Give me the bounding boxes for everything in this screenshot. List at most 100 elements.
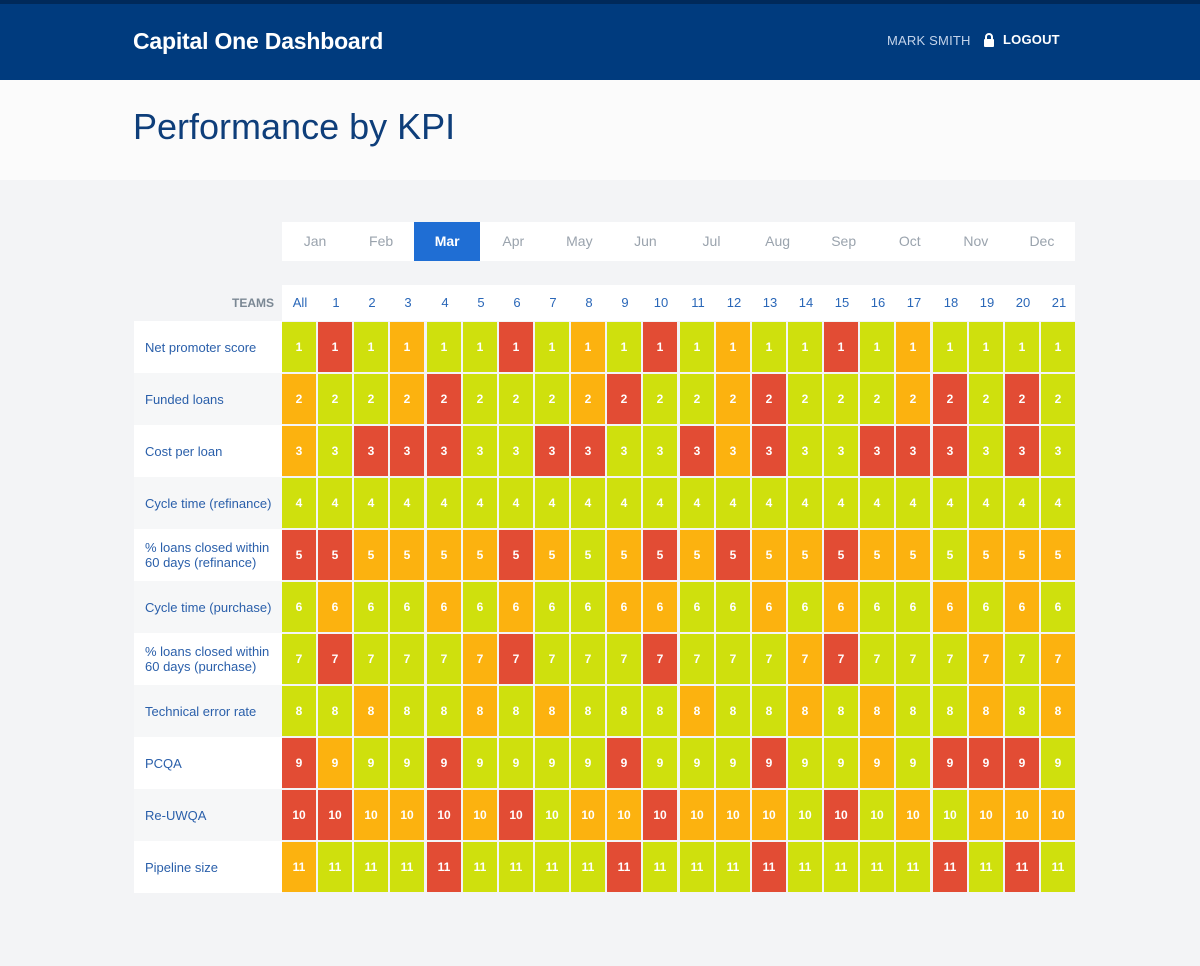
kpi-cell[interactable]: 7	[499, 634, 533, 684]
kpi-cell[interactable]: 4	[860, 478, 894, 528]
kpi-cell[interactable]: 1	[716, 322, 750, 372]
kpi-cell[interactable]: 6	[752, 582, 786, 632]
kpi-cell[interactable]: 9	[427, 738, 461, 788]
kpi-cell[interactable]: 5	[752, 530, 786, 580]
kpi-cell[interactable]: 8	[427, 686, 461, 736]
kpi-cell[interactable]: 11	[716, 842, 750, 892]
kpi-cell[interactable]: 7	[427, 634, 461, 684]
kpi-cell[interactable]: 6	[427, 582, 461, 632]
kpi-cell[interactable]: 8	[463, 686, 497, 736]
kpi-cell[interactable]: 9	[643, 738, 677, 788]
kpi-cell[interactable]: 9	[535, 738, 569, 788]
kpi-cell[interactable]: 1	[354, 322, 388, 372]
kpi-cell[interactable]: 7	[1005, 634, 1039, 684]
kpi-cell[interactable]: 7	[860, 634, 894, 684]
kpi-cell[interactable]: 7	[390, 634, 424, 684]
kpi-cell[interactable]: 2	[390, 374, 424, 424]
kpi-cell[interactable]: 7	[752, 634, 786, 684]
team-header-6[interactable]: 6	[499, 285, 535, 321]
kpi-cell[interactable]: 2	[643, 374, 677, 424]
kpi-cell[interactable]: 2	[318, 374, 352, 424]
kpi-cell[interactable]: 5	[1041, 530, 1075, 580]
kpi-cell[interactable]: 8	[390, 686, 424, 736]
tab-month-jun[interactable]: Jun	[612, 222, 678, 261]
team-header-5[interactable]: 5	[463, 285, 499, 321]
kpi-cell[interactable]: 5	[427, 530, 461, 580]
kpi-cell[interactable]: 4	[643, 478, 677, 528]
kpi-label[interactable]: Cycle time (purchase)	[134, 581, 282, 633]
kpi-cell[interactable]: 9	[824, 738, 858, 788]
kpi-cell[interactable]: 7	[1041, 634, 1075, 684]
kpi-cell[interactable]: 8	[824, 686, 858, 736]
kpi-cell[interactable]: 4	[607, 478, 641, 528]
kpi-cell[interactable]: 4	[933, 478, 967, 528]
kpi-cell[interactable]: 8	[282, 686, 316, 736]
kpi-cell[interactable]: 9	[463, 738, 497, 788]
kpi-cell[interactable]: 4	[463, 478, 497, 528]
kpi-cell[interactable]: 4	[427, 478, 461, 528]
kpi-cell[interactable]: 10	[535, 790, 569, 840]
kpi-cell[interactable]: 10	[680, 790, 714, 840]
kpi-cell[interactable]: 8	[752, 686, 786, 736]
kpi-cell[interactable]: 1	[390, 322, 424, 372]
kpi-cell[interactable]: 5	[824, 530, 858, 580]
kpi-cell[interactable]: 2	[354, 374, 388, 424]
kpi-cell[interactable]: 4	[716, 478, 750, 528]
kpi-cell[interactable]: 11	[969, 842, 1003, 892]
kpi-cell[interactable]: 8	[788, 686, 822, 736]
kpi-cell[interactable]: 10	[390, 790, 424, 840]
kpi-cell[interactable]: 3	[752, 426, 786, 476]
kpi-cell[interactable]: 2	[1005, 374, 1039, 424]
kpi-cell[interactable]: 9	[390, 738, 424, 788]
kpi-cell[interactable]: 9	[571, 738, 605, 788]
kpi-cell[interactable]: 3	[643, 426, 677, 476]
user-name[interactable]: MARK SMITH	[887, 33, 971, 48]
kpi-cell[interactable]: 6	[788, 582, 822, 632]
kpi-label[interactable]: Cycle time (refinance)	[134, 477, 282, 529]
kpi-cell[interactable]: 10	[788, 790, 822, 840]
kpi-cell[interactable]: 6	[607, 582, 641, 632]
tab-month-may[interactable]: May	[546, 222, 612, 261]
kpi-cell[interactable]: 5	[933, 530, 967, 580]
kpi-cell[interactable]: 1	[282, 322, 316, 372]
kpi-cell[interactable]: 8	[680, 686, 714, 736]
kpi-cell[interactable]: 7	[571, 634, 605, 684]
kpi-cell[interactable]: 10	[969, 790, 1003, 840]
kpi-cell[interactable]: 8	[643, 686, 677, 736]
kpi-cell[interactable]: 10	[499, 790, 533, 840]
kpi-cell[interactable]: 7	[318, 634, 352, 684]
kpi-cell[interactable]: 10	[318, 790, 352, 840]
kpi-cell[interactable]: 9	[752, 738, 786, 788]
kpi-cell[interactable]: 8	[716, 686, 750, 736]
kpi-cell[interactable]: 3	[969, 426, 1003, 476]
kpi-cell[interactable]: 2	[535, 374, 569, 424]
kpi-cell[interactable]: 3	[716, 426, 750, 476]
team-header-3[interactable]: 3	[390, 285, 426, 321]
kpi-cell[interactable]: 7	[896, 634, 930, 684]
kpi-cell[interactable]: 9	[680, 738, 714, 788]
team-header-8[interactable]: 8	[571, 285, 607, 321]
kpi-cell[interactable]: 6	[896, 582, 930, 632]
kpi-cell[interactable]: 8	[1005, 686, 1039, 736]
kpi-cell[interactable]: 2	[571, 374, 605, 424]
kpi-cell[interactable]: 4	[282, 478, 316, 528]
kpi-cell[interactable]: 1	[463, 322, 497, 372]
kpi-cell[interactable]: 10	[752, 790, 786, 840]
kpi-cell[interactable]: 7	[716, 634, 750, 684]
kpi-cell[interactable]: 9	[282, 738, 316, 788]
kpi-cell[interactable]: 1	[607, 322, 641, 372]
kpi-cell[interactable]: 1	[969, 322, 1003, 372]
kpi-cell[interactable]: 3	[933, 426, 967, 476]
kpi-cell[interactable]: 4	[535, 478, 569, 528]
kpi-cell[interactable]: 8	[969, 686, 1003, 736]
kpi-cell[interactable]: 3	[824, 426, 858, 476]
kpi-cell[interactable]: 10	[427, 790, 461, 840]
team-header-14[interactable]: 14	[788, 285, 824, 321]
kpi-cell[interactable]: 2	[933, 374, 967, 424]
team-header-4[interactable]: 4	[427, 285, 463, 321]
kpi-cell[interactable]: 6	[354, 582, 388, 632]
kpi-cell[interactable]: 6	[463, 582, 497, 632]
kpi-cell[interactable]: 3	[282, 426, 316, 476]
kpi-cell[interactable]: 1	[752, 322, 786, 372]
kpi-cell[interactable]: 8	[607, 686, 641, 736]
